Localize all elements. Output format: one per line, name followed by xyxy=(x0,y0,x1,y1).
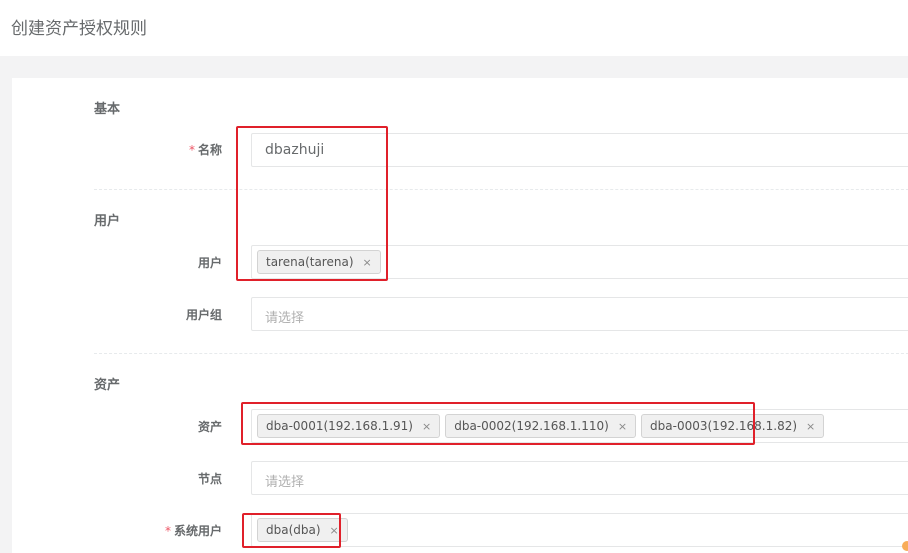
divider xyxy=(94,189,908,190)
form-panel: 基本 * 名称 dbazhuji 用户 用户 tarena(tarena) × 用… xyxy=(12,78,908,553)
required-mark: * xyxy=(164,524,171,538)
user-group-select[interactable]: 请选择 xyxy=(251,297,908,331)
asset-tag: dba-0001(192.168.1.91) × xyxy=(257,414,441,438)
scroll-top-icon[interactable] xyxy=(902,541,908,551)
asset-label-text: 资产 xyxy=(197,420,222,434)
section-title-basic: 基本 xyxy=(94,102,121,117)
node-placeholder: 请选择 xyxy=(265,475,305,490)
name-label-text: 名称 xyxy=(197,143,222,157)
system-user-select[interactable]: dba(dba) × xyxy=(251,513,908,547)
user-group-label-text: 用户组 xyxy=(185,308,222,322)
user-select[interactable]: tarena(tarena) × xyxy=(251,245,908,279)
name-label: * 名称 xyxy=(12,141,222,158)
asset-select[interactable]: dba-0001(192.168.1.91) × dba-0002(192.16… xyxy=(251,409,908,443)
required-mark: * xyxy=(188,143,195,157)
user-tag: tarena(tarena) × xyxy=(257,250,381,274)
section-title-users: 用户 xyxy=(94,214,121,229)
section-title-assets: 资产 xyxy=(94,378,121,393)
asset-tag-text: dba-0001(192.168.1.91) xyxy=(266,419,413,433)
node-select[interactable]: 请选择 xyxy=(251,461,908,495)
divider xyxy=(94,353,908,354)
system-user-tag: dba(dba) × xyxy=(257,518,348,542)
close-icon[interactable]: × xyxy=(806,420,815,433)
user-label-text: 用户 xyxy=(197,256,222,270)
system-user-label: * 系统用户 xyxy=(12,522,222,539)
asset-tag-text: dba-0002(192.168.1.110) xyxy=(454,419,609,433)
asset-label: 资产 xyxy=(12,418,222,435)
page-title: 创建资产授权规则 xyxy=(11,19,147,39)
close-icon[interactable]: × xyxy=(618,420,627,433)
name-input[interactable]: dbazhuji xyxy=(251,133,908,167)
user-tag-text: tarena(tarena) xyxy=(266,255,354,269)
system-user-label-text: 系统用户 xyxy=(173,524,222,538)
page-header: 创建资产授权规则 xyxy=(0,0,908,56)
asset-tag-text: dba-0003(192.168.1.82) xyxy=(650,419,798,433)
user-label: 用户 xyxy=(12,254,222,271)
name-input-value: dbazhuji xyxy=(265,142,325,158)
close-icon[interactable]: × xyxy=(330,524,339,537)
asset-tag: dba-0003(192.168.1.82) × xyxy=(641,414,825,438)
node-label-text: 节点 xyxy=(197,472,222,486)
asset-tag: dba-0002(192.168.1.110) × xyxy=(445,414,637,438)
node-label: 节点 xyxy=(12,470,222,487)
system-user-tag-text: dba(dba) xyxy=(266,523,321,537)
close-icon[interactable]: × xyxy=(363,256,372,269)
close-icon[interactable]: × xyxy=(422,420,431,433)
user-group-placeholder: 请选择 xyxy=(265,311,305,326)
user-group-label: 用户组 xyxy=(12,306,222,323)
